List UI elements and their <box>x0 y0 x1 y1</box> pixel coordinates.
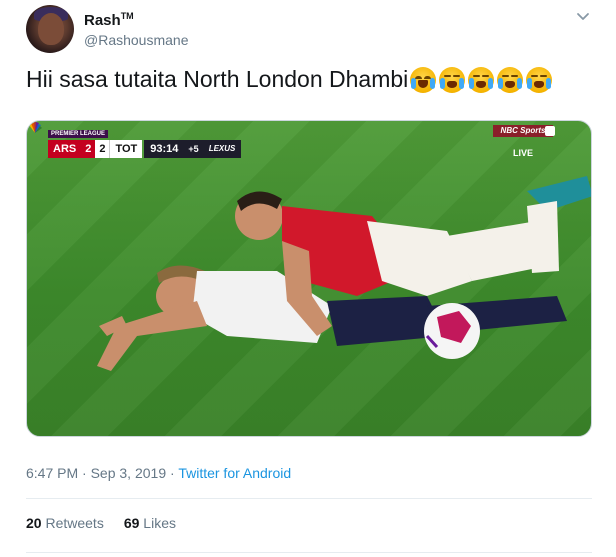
home-score: 2 <box>81 140 96 158</box>
tweet-media-image[interactable]: PREMIER LEAGUE ARS 2 2 TOT 93:14 +5 LEXU… <box>26 120 592 437</box>
home-team: ARS <box>48 140 82 158</box>
nbc-peacock-icon <box>29 121 42 133</box>
tweet-meta: 6:47 PM · Sep 3, 2019 · Twitter for Andr… <box>26 465 291 481</box>
display-name-text: Rash <box>84 12 121 29</box>
meta-separator: · <box>78 465 91 481</box>
likes-stat[interactable]: 69 Likes <box>124 515 176 531</box>
tweet-date[interactable]: Sep 3, 2019 <box>91 465 167 481</box>
chevron-down-icon[interactable] <box>574 8 592 26</box>
avatar[interactable] <box>26 5 74 53</box>
football-scene <box>97 176 591 371</box>
retweets-count: 20 <box>26 515 42 531</box>
user-handle[interactable]: @Rashousmane <box>84 32 189 48</box>
scorebug: PREMIER LEAGUE ARS 2 2 TOT 93:14 +5 LEXU… <box>48 130 242 158</box>
tweet-text: Hii sasa tutaita North London Dhambi <box>26 66 553 93</box>
emoji-group <box>410 66 553 93</box>
divider <box>26 552 592 553</box>
tweet-source-link[interactable]: Twitter for Android <box>178 465 291 481</box>
network-logo: NBC Sports <box>493 125 553 137</box>
league-label: PREMIER LEAGUE <box>48 130 109 138</box>
display-name[interactable]: RashTM <box>84 11 134 29</box>
tweet-stats: 20 Retweets 69 Likes <box>26 515 176 531</box>
retweets-label: Retweets <box>41 515 104 531</box>
sponsor-logo: LEXUS <box>202 140 242 158</box>
tweet-time[interactable]: 6:47 PM <box>26 465 78 481</box>
trademark-mark: TM <box>120 11 134 21</box>
likes-label: Likes <box>139 515 176 531</box>
face-with-tears-of-joy-icon <box>410 66 437 93</box>
match-clock: 93:14 <box>144 140 185 158</box>
retweets-stat[interactable]: 20 Retweets <box>26 515 104 531</box>
divider <box>26 498 592 499</box>
live-label: LIVE <box>512 148 533 158</box>
avatar-face <box>38 13 64 45</box>
away-team: TOT <box>109 140 143 158</box>
away-score: 2 <box>95 140 110 158</box>
loudly-crying-face-icon <box>497 66 524 93</box>
loudly-crying-face-icon <box>526 66 553 93</box>
network-badge-icon <box>545 126 555 136</box>
loudly-crying-face-icon <box>439 66 466 93</box>
meta-separator: · <box>166 465 179 481</box>
loudly-crying-face-icon <box>468 66 495 93</box>
tweet-text-content: Hii sasa tutaita North London Dhambi <box>26 66 409 92</box>
added-time: +5 <box>184 140 203 158</box>
likes-count: 69 <box>123 515 140 531</box>
